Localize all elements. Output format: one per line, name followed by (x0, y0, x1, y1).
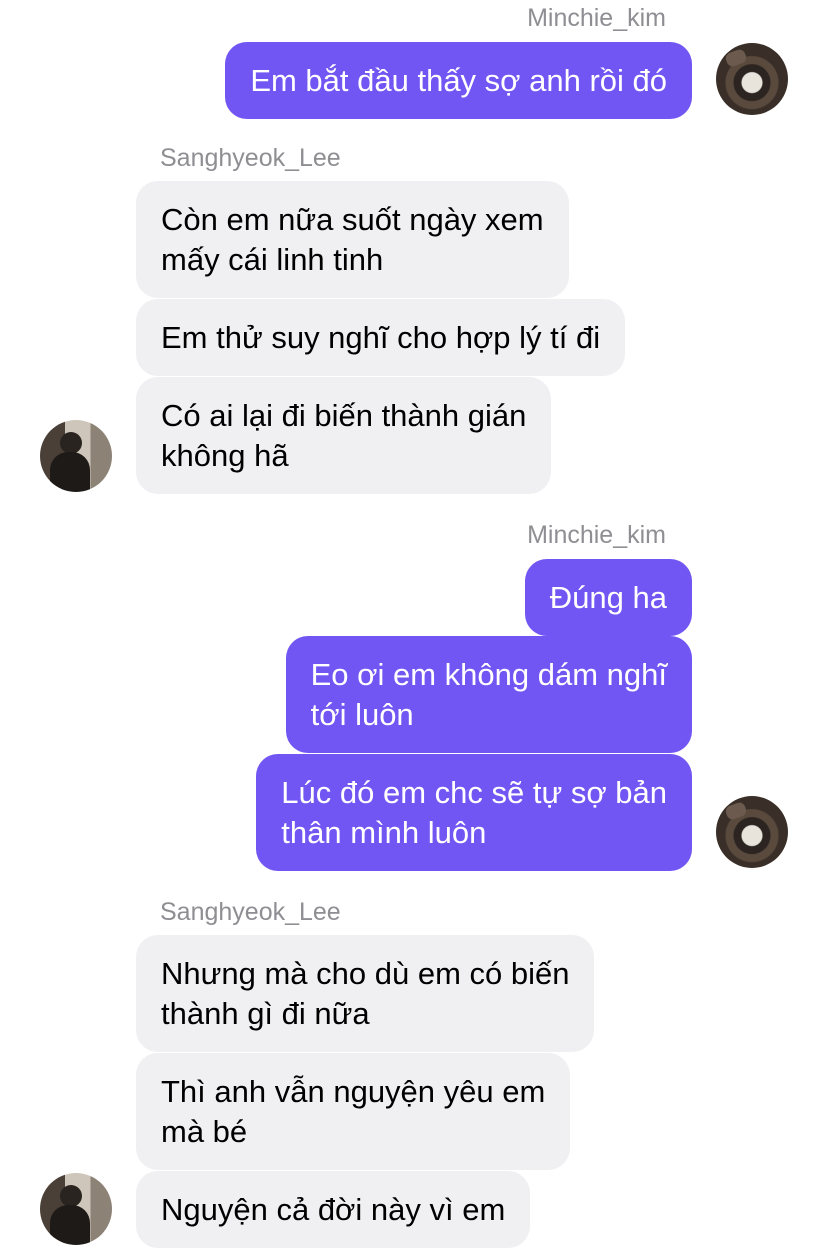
message-bubble-incoming[interactable]: Nhưng mà cho dù em có biến thành gì đi n… (136, 935, 595, 1052)
sender-name-sanghyeok: Sanghyeok_Lee (160, 144, 341, 172)
message-bubble-incoming[interactable]: Còn em nữa suốt ngày xem mấy cái linh ti… (136, 181, 569, 298)
message-bubble-outgoing[interactable]: Em bắt đầu thấy sợ anh rồi đó (225, 42, 692, 119)
message-bubble-incoming[interactable]: Em thử suy nghĩ cho hợp lý tí đi (136, 299, 626, 376)
message-bubble-outgoing[interactable]: Eo ơi em không dám nghĩ tới luôn (285, 636, 692, 753)
message-bubble-outgoing[interactable]: Lúc đó em chc sẽ tự sợ bản thân mình luô… (256, 754, 692, 871)
avatar-sanghyeok[interactable] (40, 1173, 112, 1245)
sender-name-sanghyeok: Sanghyeok_Lee (160, 898, 341, 926)
avatar-minchie[interactable] (716, 43, 788, 115)
sender-name-minchie: Minchie_kim (527, 521, 666, 549)
message-bubble-incoming[interactable]: Nguyện cả đời này vì em (136, 1171, 531, 1248)
message-bubble-incoming[interactable]: Thì anh vẫn nguyện yêu em mà bé (136, 1053, 571, 1170)
message-bubble-outgoing[interactable]: Đúng ha (524, 559, 692, 636)
avatar-sanghyeok[interactable] (40, 420, 112, 492)
sender-name-minchie: Minchie_kim (527, 4, 666, 32)
avatar-minchie[interactable] (716, 796, 788, 868)
message-bubble-incoming[interactable]: Có ai lại đi biến thành gián không hã (136, 377, 552, 494)
